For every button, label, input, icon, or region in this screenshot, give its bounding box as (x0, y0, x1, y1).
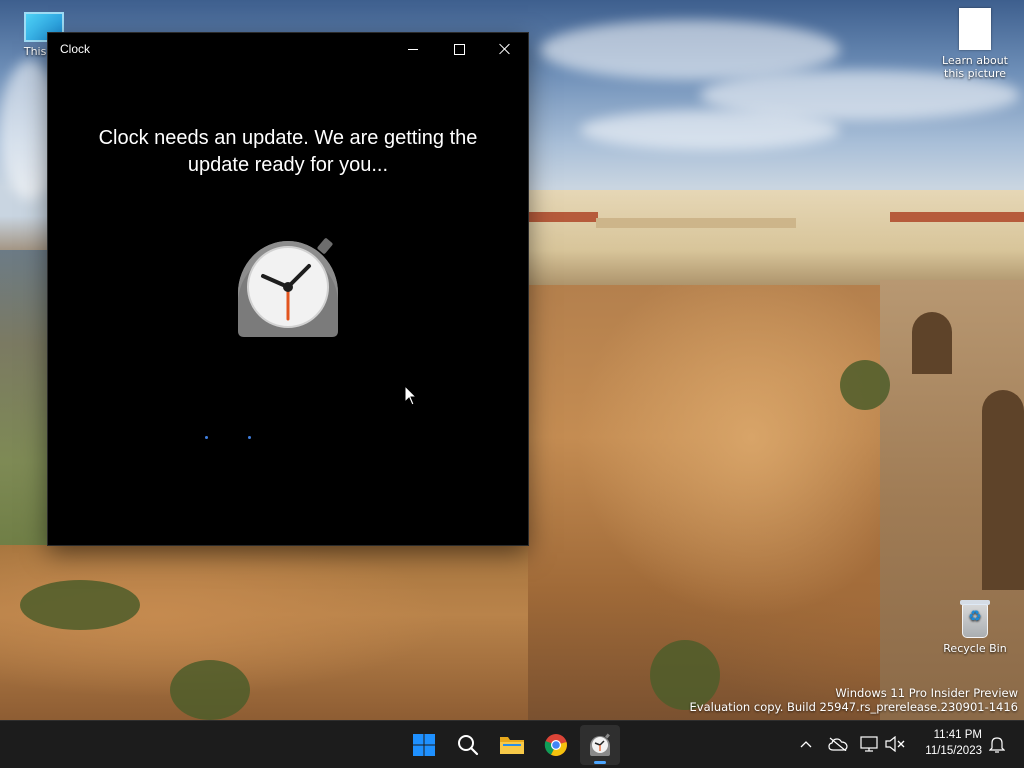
update-message: Clock needs an update. We are getting th… (98, 127, 478, 176)
wallpaper-greenery (20, 580, 140, 630)
watermark-line-1: Windows 11 Pro Insider Preview (835, 686, 1018, 700)
minimize-icon (408, 48, 418, 50)
windows-start-icon (413, 734, 435, 756)
wallpaper-greenery (170, 660, 250, 720)
onedrive-icon (828, 737, 848, 751)
clock-app-window[interactable]: Clock Clock needs an update. We are gett… (48, 33, 528, 545)
desktop-icon-label: Recycle Bin (943, 642, 1007, 655)
wallpaper-arch (982, 390, 1024, 590)
wallpaper-greenery (840, 360, 890, 410)
maximize-button[interactable] (436, 33, 482, 65)
network-icon (860, 736, 878, 752)
volume-button[interactable] (884, 733, 906, 755)
wallpaper-roof (528, 212, 598, 222)
desktop-icon-learn-about-picture[interactable]: Learn about this picture (936, 8, 1014, 80)
window-titlebar[interactable]: Clock (48, 33, 528, 65)
wallpaper-cloud (580, 110, 840, 150)
document-icon (959, 8, 991, 50)
chevron-up-icon (800, 741, 812, 748)
maximize-icon (453, 43, 465, 55)
minimize-button[interactable] (390, 33, 436, 65)
wallpaper-roof (890, 212, 1024, 222)
desktop-icon-recycle-bin[interactable]: ♻ Recycle Bin (938, 598, 1012, 655)
recycle-bin-icon: ♻ (959, 598, 991, 638)
volume-muted-icon (885, 736, 905, 752)
chrome-icon (544, 734, 567, 756)
taskbar: 11:41 PM 11/15/2023 (0, 720, 1024, 768)
desktop-icon-label: Learn about this picture (942, 54, 1008, 80)
taskbar-time: 11:41 PM (933, 729, 982, 741)
wallpaper-rocks (0, 545, 528, 720)
close-button[interactable] (482, 33, 528, 65)
taskbar-date: 11/15/2023 (925, 745, 982, 757)
loading-dot (248, 436, 251, 439)
taskbar-file-explorer-button[interactable] (492, 725, 532, 765)
wallpaper-town (528, 190, 1024, 290)
close-icon (499, 43, 511, 55)
folder-icon (500, 737, 524, 754)
notification-bell-icon (989, 737, 1005, 753)
wallpaper-roof (596, 218, 796, 228)
network-button[interactable] (859, 733, 881, 755)
onedrive-button[interactable] (827, 733, 849, 755)
watermark-line-2: Evaluation copy. Build 25947.rs_prerelea… (689, 700, 1018, 714)
wallpaper-arch (912, 312, 952, 374)
clock-app-icon (237, 233, 339, 339)
wallpaper-cloud (540, 20, 840, 80)
loading-dot (205, 436, 208, 439)
notifications-button[interactable] (986, 733, 1008, 755)
taskbar-chrome-button[interactable] (536, 725, 576, 765)
search-icon (458, 735, 479, 756)
window-title: Clock (60, 42, 91, 56)
taskbar-search-button[interactable] (448, 725, 488, 765)
clock-icon (590, 733, 610, 756)
taskbar-clock-date[interactable]: 11:41 PM 11/15/2023 (910, 727, 982, 759)
taskbar-clock-button[interactable] (580, 725, 620, 765)
show-hidden-icons-button[interactable] (795, 733, 817, 755)
evaluation-watermark: Windows 11 Pro Insider Preview Evaluatio… (690, 686, 1018, 714)
active-app-indicator (594, 761, 606, 764)
taskbar-start-button[interactable] (404, 725, 444, 765)
